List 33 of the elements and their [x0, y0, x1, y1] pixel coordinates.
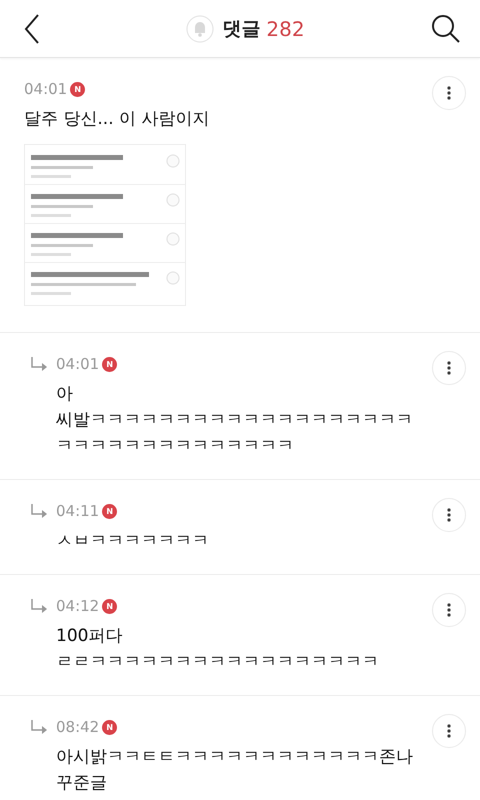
back-icon[interactable]: [24, 12, 40, 44]
comment-time: 04:01: [24, 80, 68, 98]
comment-text: 달주 당신... 이 사람이지: [24, 108, 210, 131]
more-button[interactable]: [432, 76, 466, 110]
comment-time: 04:11: [56, 502, 100, 520]
comment-text: 아시밝ㅋㅋㅌㅌㅋㅋㅋㅋㅋㅋㅋㅋㅋㅋㅋㅋ존나꾸준글: [56, 746, 414, 795]
new-badge: N: [70, 82, 86, 96]
new-badge: N: [102, 504, 118, 518]
search-icon[interactable]: [431, 14, 460, 43]
new-badge: N: [102, 356, 118, 372]
more-button[interactable]: [432, 593, 466, 627]
comment-time: 04:12: [56, 597, 100, 615]
comment-text: ㅅㅂㅋㅋㅋㅋㅋㅋㅋ: [56, 530, 210, 553]
reply-arrow-icon: [30, 598, 48, 614]
reply-arrow-icon: [30, 503, 48, 519]
more-icon: [447, 724, 451, 738]
more-icon: [447, 508, 451, 522]
new-badge: N: [102, 598, 118, 614]
comment-text: 아 씨발ㅋㅋㅋㅋㅋㅋㅋㅋㅋㅋㅋㅋㅋㅋㅋㅋㅋㅋㅋㅋㅋㅋㅋㅋㅋㅋㅋㅋㅋㅋㅋㅋㅋ: [56, 383, 414, 458]
new-badge: N: [102, 720, 118, 734]
comment-count: 282: [266, 16, 305, 40]
more-button[interactable]: [432, 351, 466, 385]
more-button[interactable]: [432, 498, 466, 532]
more-icon: [447, 603, 451, 617]
comment-text: 100퍼다 ㄹㄹㅋㅋㅋㅋㅋㅋㅋㅋㅋㅋㅋㅋㅋㅋㅋㅋㅋ: [56, 625, 380, 674]
more-icon: [447, 86, 451, 100]
comment-time: 08:42: [56, 718, 100, 736]
comment-time: 04:01: [56, 355, 100, 373]
reply-arrow-icon: [30, 719, 48, 735]
page-title: 댓글: [222, 16, 260, 42]
more-icon: [447, 361, 451, 375]
reply-arrow-icon: [30, 356, 48, 372]
more-button[interactable]: [432, 714, 466, 748]
